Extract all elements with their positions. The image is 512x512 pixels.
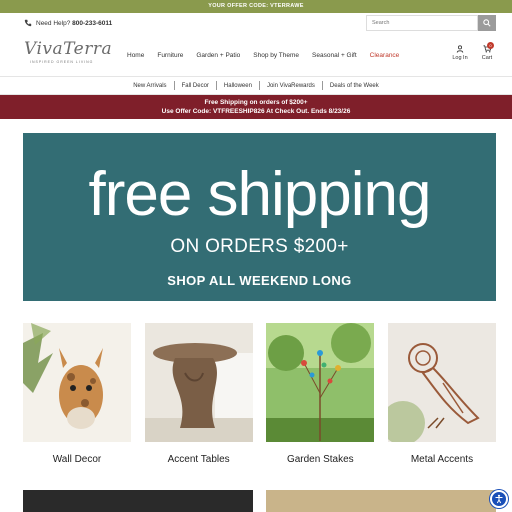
nav-item-garden-patio[interactable]: Garden + Patio: [196, 52, 240, 59]
help-label: Need Help?: [36, 19, 71, 27]
category-tile-garden-stakes[interactable]: Garden Stakes: [266, 323, 375, 465]
hero-cta[interactable]: SHOP ALL WEEKEND LONG: [23, 273, 496, 288]
category-tile-wall-decor[interactable]: Wall Decor: [23, 323, 131, 465]
help-text[interactable]: Need Help? 800-233-6011: [36, 20, 112, 27]
search-icon: [483, 19, 491, 27]
search-button[interactable]: [478, 15, 496, 31]
hero-headline: free shipping: [88, 160, 431, 229]
nav-item-furniture[interactable]: Furniture: [157, 52, 183, 59]
shipbar-line-2: Use Offer Code: VTFREESHIP826 At Check O…: [161, 108, 351, 115]
shipbar-line-1: Free Shipping on orders of $200+: [204, 99, 308, 106]
logo-tagline: INSPIRED GREEN LIVING: [30, 60, 94, 64]
login-label: Log In: [452, 55, 468, 61]
wall-decor-image[interactable]: [23, 323, 131, 442]
category-tile-metal-accents[interactable]: Metal Accents: [387, 323, 496, 465]
login-link[interactable]: Log In: [450, 45, 470, 61]
nav-item-shop-by-theme[interactable]: Shop by Theme: [253, 52, 299, 59]
promo-tile-dark[interactable]: [23, 490, 253, 512]
search-input[interactable]: [366, 15, 478, 31]
phone-icon: [24, 19, 32, 27]
hero-subheadline: ON ORDERS $200+: [170, 236, 349, 257]
tile-label-garden-stakes[interactable]: Garden Stakes: [266, 454, 374, 465]
subnav-deals-of-the-week[interactable]: Deals of the Week: [323, 83, 386, 89]
hero-banner[interactable]: free shipping ON ORDERS $200+ SHOP ALL W…: [23, 133, 496, 301]
tile-label-metal-accents[interactable]: Metal Accents: [388, 454, 496, 465]
main-header: VivaTerra INSPIRED GREEN LIVING Home Fur…: [0, 33, 512, 77]
nav-item-seasonal-gift[interactable]: Seasonal + Gift: [312, 52, 357, 59]
accent-tables-image[interactable]: [144, 323, 253, 442]
cart-count-badge: 0: [487, 42, 494, 49]
tile-label-wall-decor[interactable]: Wall Decor: [23, 454, 131, 465]
subnav-fall-decor[interactable]: Fall Decor: [175, 83, 216, 89]
garden-stakes-image[interactable]: [266, 323, 375, 442]
free-shipping-bar[interactable]: Free Shipping on orders of $200+ Use Off…: [0, 95, 512, 119]
promo-tile-cushion[interactable]: [266, 490, 496, 512]
user-icon: [456, 45, 464, 53]
subnav-join-vivarewards[interactable]: Join VivaRewards: [260, 83, 322, 89]
site-logo[interactable]: VivaTerra INSPIRED GREEN LIVING: [24, 39, 113, 69]
secondary-nav: New Arrivals Fall Decor Halloween Join V…: [0, 77, 512, 95]
nav-item-clearance[interactable]: Clearance: [370, 52, 400, 59]
category-tile-accent-tables[interactable]: Accent Tables: [144, 323, 253, 465]
promo-tiles-row: [23, 490, 496, 512]
primary-nav: Home Furniture Garden + Patio Shop by Th…: [127, 33, 412, 77]
cart-label: Cart: [481, 55, 493, 61]
tile-label-accent-tables[interactable]: Accent Tables: [145, 454, 253, 465]
accessibility-icon: [495, 494, 503, 504]
nav-item-home[interactable]: Home: [127, 52, 144, 59]
search-form: [366, 15, 496, 31]
cart-link[interactable]: 0 Cart: [477, 42, 497, 61]
accessibility-button[interactable]: [490, 490, 508, 508]
utility-bar: Need Help? 800-233-6011: [0, 13, 512, 33]
subnav-new-arrivals[interactable]: New Arrivals: [126, 83, 173, 89]
phone-number[interactable]: 800-233-6011: [72, 20, 112, 27]
subnav-halloween[interactable]: Halloween: [217, 83, 259, 89]
metal-accents-image[interactable]: [387, 323, 496, 442]
promo-banner: YOUR OFFER CODE: VTERRAWE: [0, 0, 512, 13]
category-tiles: Wall Decor Accent Tables Garden Stakes M…: [23, 323, 496, 465]
logo-wordmark: VivaTerra: [24, 39, 113, 59]
